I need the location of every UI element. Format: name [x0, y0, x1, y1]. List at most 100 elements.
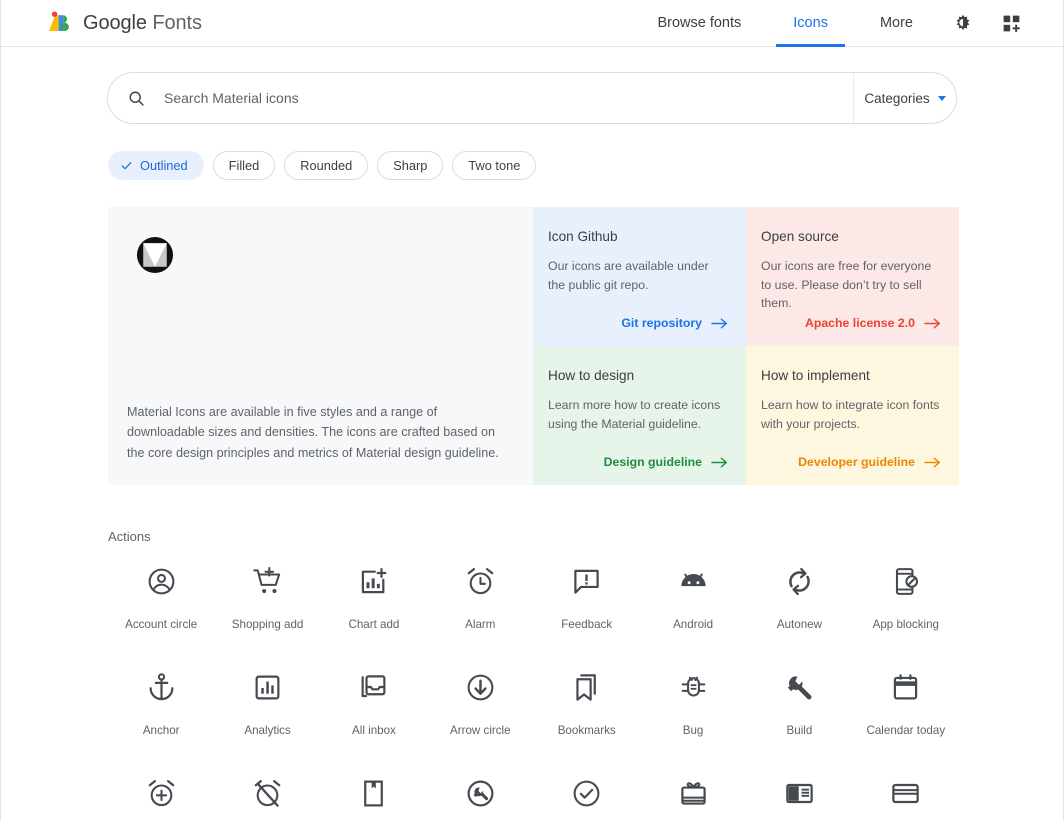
- chip-filled[interactable]: Filled: [212, 151, 276, 180]
- chip-rounded[interactable]: Rounded: [284, 151, 369, 180]
- arrow-right-icon: [924, 457, 941, 467]
- card-title: Open source: [761, 229, 839, 244]
- chip-sharp[interactable]: Sharp: [377, 151, 444, 180]
- brand-google-text: Google: [83, 11, 147, 34]
- credit-card-icon: [892, 783, 920, 804]
- card-open-source[interactable]: Open source Our icons are free for every…: [746, 207, 959, 346]
- icon-cell-autonew[interactable]: Autonew: [746, 566, 852, 631]
- check-icon: [121, 161, 132, 170]
- apps-grid-button[interactable]: [987, 0, 1035, 47]
- icon-label: App blocking: [872, 618, 939, 631]
- chevron-down-icon: [937, 95, 946, 101]
- icon-cell-all-inbox[interactable]: All inbox: [321, 672, 427, 737]
- nav-label: Icons: [793, 15, 828, 31]
- nav-item-more[interactable]: More: [854, 0, 939, 47]
- icon-label: Analytics: [244, 724, 291, 737]
- card-body: Learn how to integrate icon fonts with y…: [761, 398, 940, 431]
- card-body: Our icons are available under the public…: [548, 259, 709, 292]
- icon-cell-card-giftcard[interactable]: [640, 778, 746, 821]
- icon-cell-bookmarks[interactable]: Bookmarks: [534, 672, 640, 737]
- icon-cell-build[interactable]: Build: [746, 672, 852, 737]
- search-icon-container: [108, 89, 164, 108]
- card-link-apache-license[interactable]: Apache license 2.0: [805, 316, 941, 330]
- icon-label: Feedback: [561, 618, 613, 631]
- card-title: Icon Github: [548, 229, 618, 244]
- chip-outlined[interactable]: Outlined: [108, 151, 204, 180]
- brand-fonts-text: Fonts: [152, 11, 202, 34]
- card-link-design-guideline[interactable]: Design guideline: [604, 455, 728, 469]
- arrow-right-icon: [711, 457, 728, 467]
- card-link-git-repository[interactable]: Git repository: [621, 316, 728, 330]
- card-link-developer-guideline[interactable]: Developer guideline: [798, 455, 941, 469]
- build-circle-icon: [467, 780, 494, 807]
- icon-cell-alarm[interactable]: Alarm: [427, 566, 533, 631]
- icon-cell-alarm-off[interactable]: [214, 778, 320, 821]
- chip-label: Filled: [228, 158, 260, 173]
- nav-label: More: [879, 15, 913, 31]
- google-fonts-icons-page: Google Fonts Browse fonts Icons More Sea…: [0, 0, 1064, 821]
- card-title: How to design: [548, 368, 635, 383]
- icon-label: Chart add: [348, 618, 400, 631]
- calendar-today-icon: [894, 674, 918, 700]
- app-header: Google Fonts Browse fonts Icons More: [1, 0, 1063, 47]
- icon-cell-chrome-reader-mode[interactable]: [746, 778, 852, 821]
- categories-dropdown-button[interactable]: Categories: [854, 73, 956, 123]
- apps-grid-add-icon: [1003, 15, 1020, 32]
- icon-label: All inbox: [352, 724, 396, 737]
- search-icon: [129, 91, 144, 106]
- bookmarks-icon: [576, 674, 597, 701]
- icon-cell-check-circle[interactable]: [534, 778, 640, 821]
- icon-cell-arrow-circle[interactable]: Arrow circle: [427, 672, 533, 737]
- icon-cell-analytics[interactable]: Analytics: [214, 672, 320, 737]
- dark-mode-toggle-button[interactable]: [939, 0, 987, 47]
- nav-label: Browse fonts: [657, 15, 742, 31]
- icon-cell-chart-add[interactable]: Chart add: [321, 566, 427, 631]
- nav-item-browse-fonts[interactable]: Browse fonts: [631, 0, 767, 47]
- info-card-grid: Icon Github Our icons are available unde…: [533, 207, 959, 485]
- all-inbox-icon: [361, 675, 386, 698]
- icon-label: Calendar today: [866, 724, 946, 737]
- search-section: Categories: [1, 47, 1063, 124]
- icon-label: Account circle: [125, 618, 198, 631]
- icon-label: Anchor: [142, 724, 180, 737]
- brand-logo-link[interactable]: Google Fonts: [46, 10, 202, 36]
- arrow-right-icon: [711, 318, 728, 328]
- card-link-label: Design guideline: [603, 455, 702, 469]
- chip-two-tone[interactable]: Two tone: [452, 151, 537, 180]
- card-how-to-implement[interactable]: How to implement Learn how to integrate …: [746, 346, 959, 485]
- card-how-to-design[interactable]: How to design Learn more how to create i…: [533, 346, 746, 485]
- icon-cell-calendar-today[interactable]: Calendar today: [853, 672, 959, 737]
- icon-cell-add-alarm[interactable]: [108, 778, 214, 821]
- card-icon-github[interactable]: Icon Github Our icons are available unde…: [533, 207, 746, 346]
- icon-cell-shopping-add[interactable]: Shopping add: [214, 566, 320, 631]
- icon-cell-android[interactable]: Android: [640, 566, 746, 631]
- icon-cell-app-blocking[interactable]: App blocking: [853, 566, 959, 631]
- anchor-icon: [149, 673, 174, 701]
- icon-cell-feedback[interactable]: Feedback: [534, 566, 640, 631]
- chip-label: Outlined: [140, 158, 188, 173]
- search-input[interactable]: [164, 73, 853, 123]
- icon-cell-anchor[interactable]: Anchor: [108, 672, 214, 737]
- book-icon: [364, 780, 384, 807]
- card-giftcard-icon: [680, 782, 706, 805]
- icon-label: Android: [673, 618, 714, 631]
- nav-item-icons[interactable]: Icons: [767, 0, 854, 47]
- icon-cell-book[interactable]: [321, 778, 427, 821]
- chip-label: Two tone: [468, 158, 521, 173]
- main-nav: Browse fonts Icons More: [631, 0, 1035, 47]
- icon-label: Shopping add: [231, 618, 304, 631]
- chrome-reader-mode-icon: [786, 783, 813, 804]
- icon-cell-account-circle[interactable]: Account circle: [108, 566, 214, 631]
- icon-cell-bug[interactable]: Bug: [640, 672, 746, 737]
- account-circle-icon: [148, 568, 175, 595]
- icon-label: Bug: [682, 724, 704, 737]
- info-cards-section: Material Icons are available in five sty…: [108, 207, 959, 485]
- hero-description: Material Icons are available in five sty…: [127, 404, 499, 460]
- icon-cell-credit-card[interactable]: [853, 778, 959, 821]
- arrow-right-icon: [924, 318, 941, 328]
- style-filter-chips: Outlined Filled Rounded Sharp Two tone: [1, 124, 1063, 180]
- icon-label: Build: [786, 724, 813, 737]
- icon-cell-build-circle[interactable]: [427, 778, 533, 821]
- analytics-icon: [255, 675, 280, 700]
- chip-label: Sharp: [393, 158, 428, 173]
